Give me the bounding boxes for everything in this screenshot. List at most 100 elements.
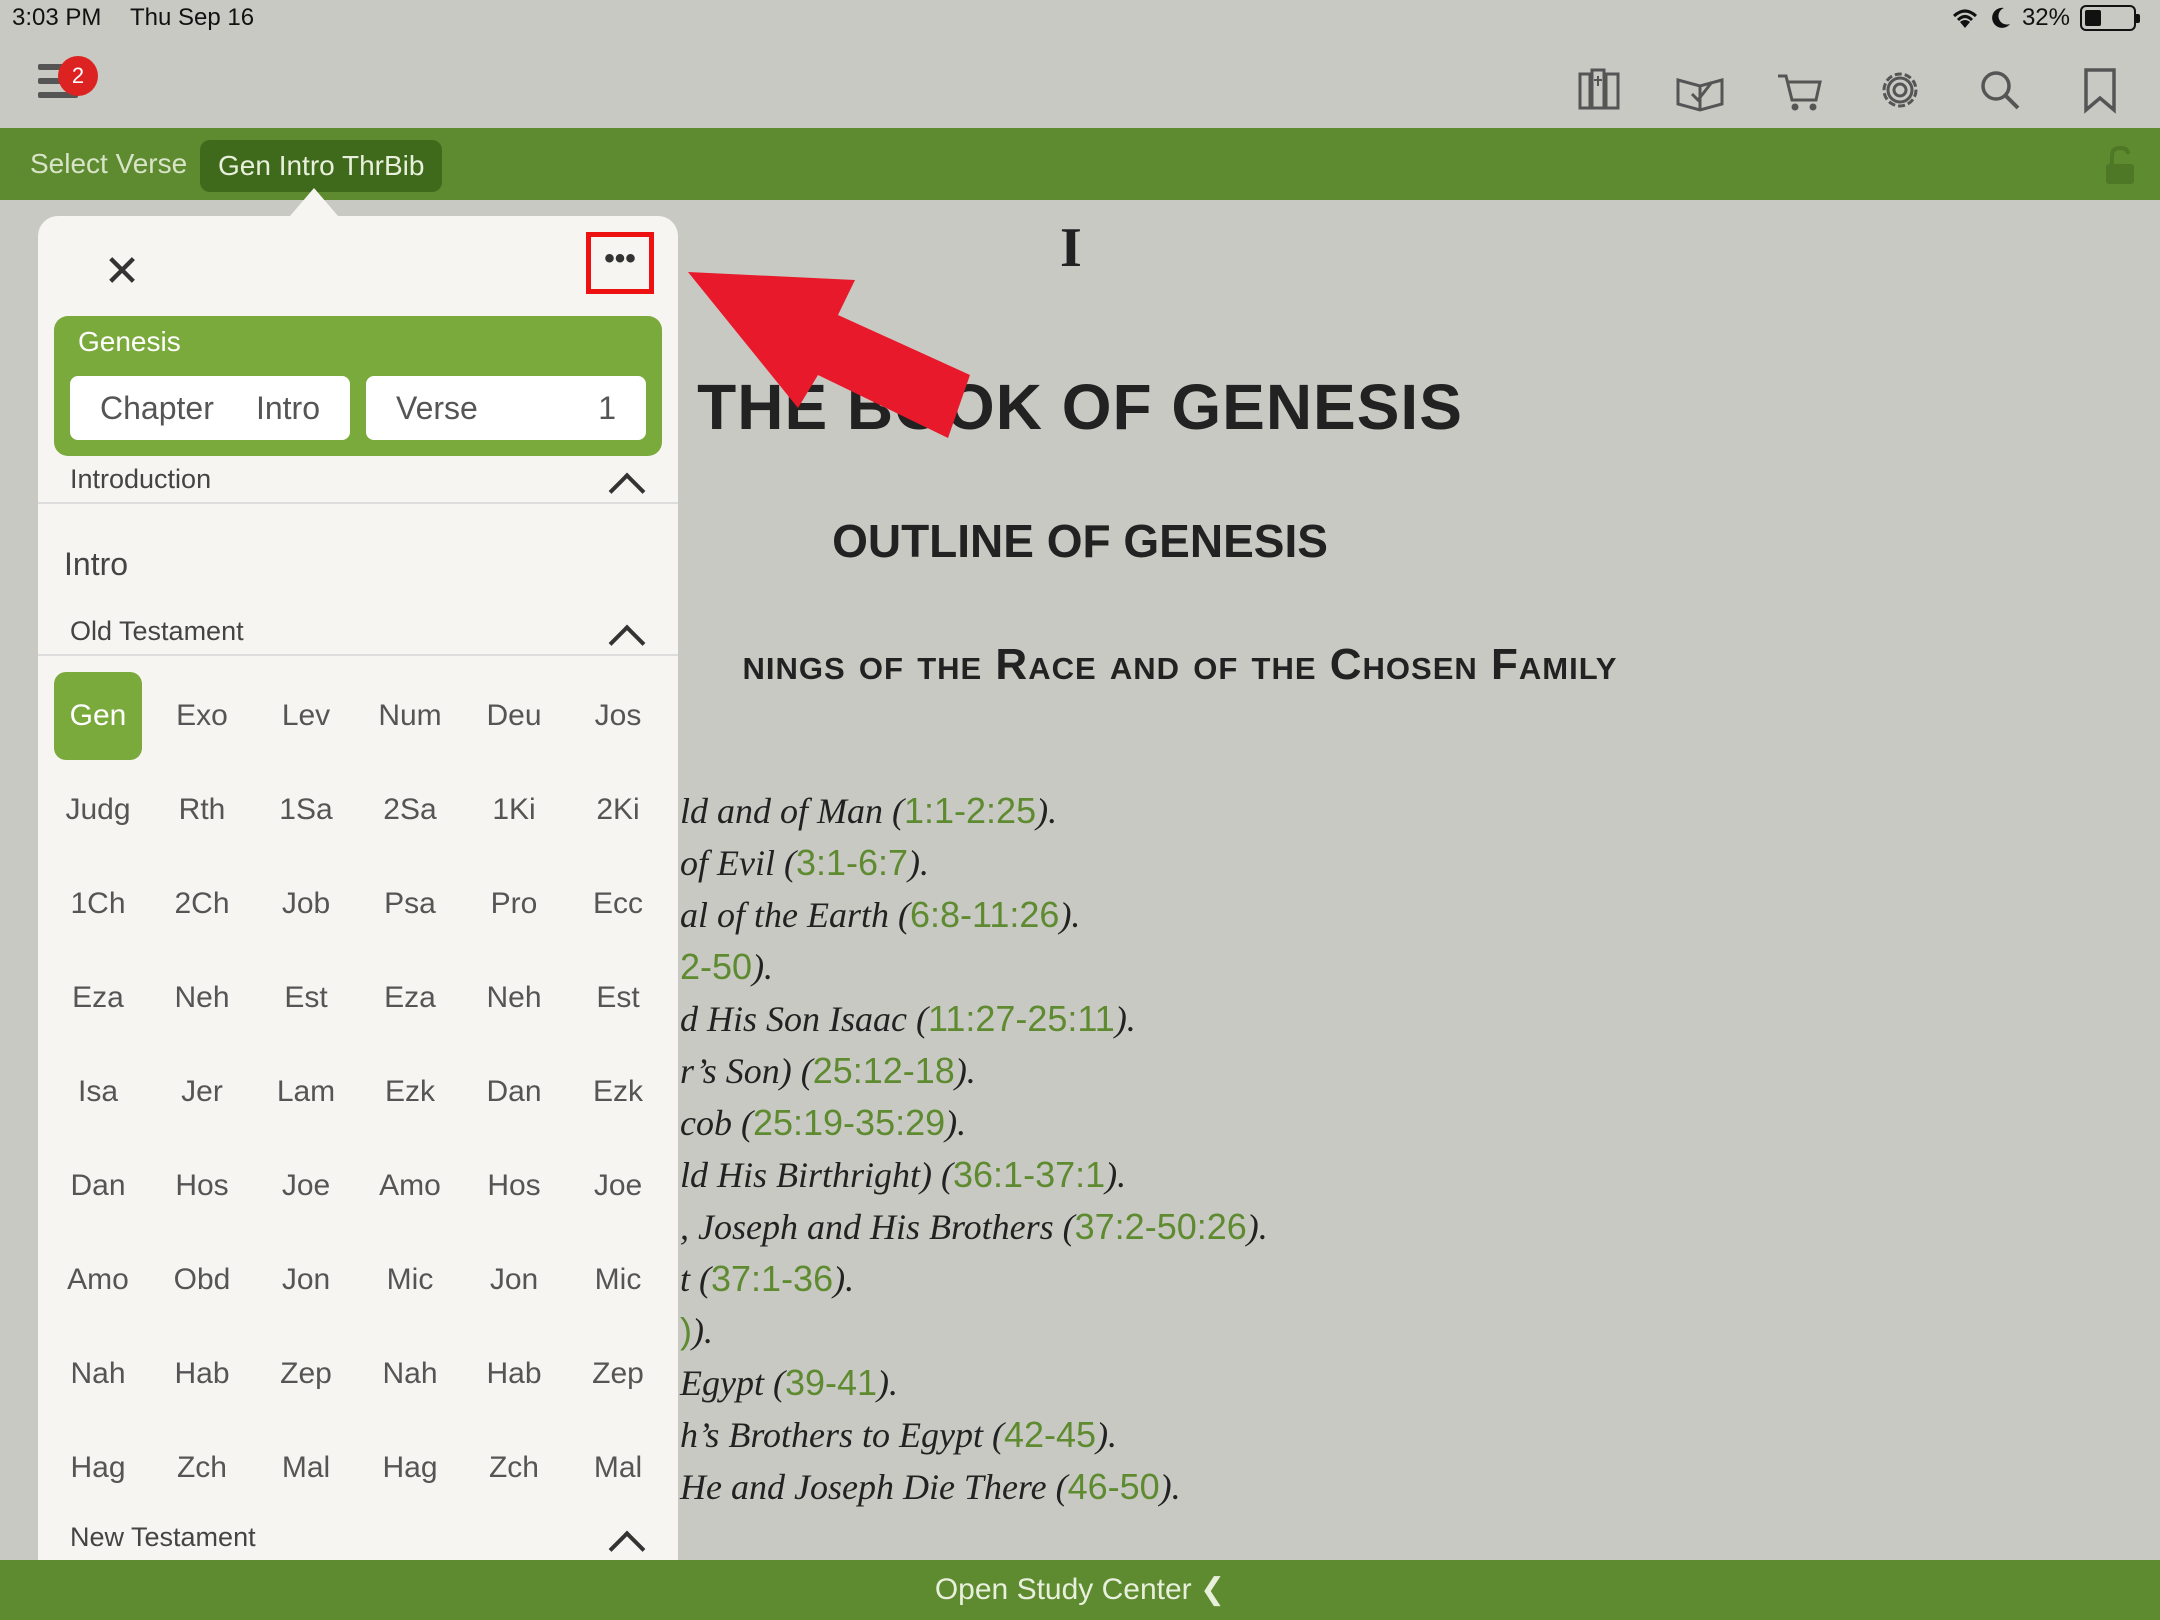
book-cell[interactable]: Lam [262,1048,350,1136]
scripture-reference-link[interactable]: 6:8-11:26 [910,894,1059,935]
outline-line: d His Son Isaac (11:27-25:11). [680,998,1136,1040]
outline-end: ). [1246,1207,1268,1247]
book-cell[interactable]: Neh [470,954,558,1042]
book-cell[interactable]: 1Sa [262,766,350,854]
book-cell[interactable]: Amo [54,1236,142,1324]
book-cell[interactable]: Zch [158,1424,246,1512]
book-cell[interactable]: Exo [158,672,246,760]
book-cell[interactable]: Zch [470,1424,558,1512]
book-cell[interactable]: Hab [158,1330,246,1418]
book-cell[interactable]: Isa [54,1048,142,1136]
book-cell[interactable]: 2Ch [158,860,246,948]
outline-line: Egypt (39-41). [680,1362,898,1404]
book-cell[interactable]: Zep [574,1330,662,1418]
intro-item[interactable]: Intro [64,546,128,583]
book-cell[interactable]: Neh [158,954,246,1042]
book-cell[interactable]: Ezk [574,1048,662,1136]
open-study-center-button[interactable]: Open Study Center ❮ [0,1560,2160,1620]
book-cell[interactable]: Eza [366,954,454,1042]
scripture-reference-link[interactable]: 3:1-6:7 [796,842,908,883]
scripture-reference-link[interactable]: 36:1-37:1 [953,1154,1105,1195]
scripture-reference-link[interactable]: 37:1-36 [711,1258,833,1299]
book-cell[interactable]: Mal [262,1424,350,1512]
book-cell[interactable]: Joe [262,1142,350,1230]
book-cell[interactable]: Jer [158,1048,246,1136]
book-cell[interactable]: Lev [262,672,350,760]
reference-button[interactable]: Gen Intro ThrBib [200,140,443,192]
close-button[interactable]: ✕ [94,244,150,300]
book-cell[interactable]: Nah [54,1330,142,1418]
scripture-reference-link[interactable]: 1:1-2:25 [904,790,1036,831]
book-cell[interactable]: Pro [470,860,558,948]
book-cell[interactable]: Rth [158,766,246,854]
library-icon[interactable] [1570,60,1630,120]
search-icon[interactable] [1970,60,2030,120]
scripture-reference-link[interactable]: 25:12-18 [813,1050,955,1091]
verse-value: 1 [598,390,616,426]
book-cell[interactable]: Dan [54,1142,142,1230]
cart-icon[interactable] [1770,60,1830,120]
new-testament-header[interactable]: New Testament [70,1522,256,1553]
book-cell[interactable]: Eza [54,954,142,1042]
book-cell[interactable]: Ezk [366,1048,454,1136]
book-cell[interactable]: Hos [158,1142,246,1230]
book-cell[interactable]: Hab [470,1330,558,1418]
book-cell[interactable]: Nah [366,1330,454,1418]
book-cell[interactable]: Hos [470,1142,558,1230]
verse-field[interactable]: Verse 1 [366,376,646,440]
book-cell[interactable]: 2Sa [366,766,454,854]
book-cell[interactable]: 1Ch [54,860,142,948]
book-cell[interactable]: Jos [574,672,662,760]
introduction-header[interactable]: Introduction [70,464,211,495]
book-cell[interactable]: Hag [366,1424,454,1512]
outline-text: h’s Brothers to Egypt ( [680,1415,1004,1455]
book-cell[interactable]: Num [366,672,454,760]
scripture-reference-link[interactable]: ) [680,1310,692,1351]
book-cell[interactable]: Hag [54,1424,142,1512]
book-cell[interactable]: Dan [470,1048,558,1136]
book-cell[interactable]: Joe [574,1142,662,1230]
reading-plan-icon[interactable] [1670,60,1730,120]
more-options-button[interactable]: ••• [586,232,654,294]
book-cell[interactable]: Est [262,954,350,1042]
book-cell[interactable]: Ecc [574,860,662,948]
scripture-reference-link[interactable]: 37:2-50:26 [1075,1206,1247,1247]
status-bar: 3:03 PM Thu Sep 16 32% [0,0,2160,40]
outline-line: t (37:1-36). [680,1258,854,1300]
red-arrow-annotation [688,272,970,438]
scripture-reference-link[interactable]: 25:19-35:29 [753,1102,945,1143]
outline-line: )). [680,1310,713,1352]
old-testament-header[interactable]: Old Testament [70,616,244,647]
book-cell[interactable]: Obd [158,1236,246,1324]
book-cell[interactable]: Mic [366,1236,454,1324]
scripture-reference-link[interactable]: 11:27-25:11 [928,998,1115,1039]
unlock-icon[interactable] [2098,144,2142,188]
divider [38,502,678,504]
popover-pointer [290,188,338,216]
settings-icon[interactable] [1870,60,1930,120]
book-cell[interactable]: Judg [54,766,142,854]
book-cell[interactable]: Gen [54,672,142,760]
book-cell[interactable]: 2Ki [574,766,662,854]
select-verse-button[interactable]: Select Verse [30,148,187,180]
scripture-reference-link[interactable]: 46-50 [1068,1466,1160,1507]
scripture-reference-link[interactable]: 39-41 [785,1362,877,1403]
book-cell[interactable]: Deu [470,672,558,760]
chapter-field[interactable]: Chapter Intro [70,376,350,440]
scripture-reference-link[interactable]: 42-45 [1004,1414,1096,1455]
book-cell[interactable]: Mal [574,1424,662,1512]
book-selector: Genesis Chapter Intro Verse 1 [54,316,662,456]
book-cell[interactable]: Est [574,954,662,1042]
book-cell[interactable]: Job [262,860,350,948]
book-cell[interactable]: Zep [262,1330,350,1418]
book-cell[interactable]: Psa [366,860,454,948]
scripture-reference-link[interactable]: 2-50 [680,946,752,987]
book-cell[interactable]: 1Ki [470,766,558,854]
book-cell[interactable]: Jon [262,1236,350,1324]
book-name: Genesis [78,326,181,357]
outline-line: r’s Son) (25:12-18). [680,1050,976,1092]
book-cell[interactable]: Amo [366,1142,454,1230]
bookmark-icon[interactable] [2070,60,2130,120]
book-cell[interactable]: Mic [574,1236,662,1324]
book-cell[interactable]: Jon [470,1236,558,1324]
